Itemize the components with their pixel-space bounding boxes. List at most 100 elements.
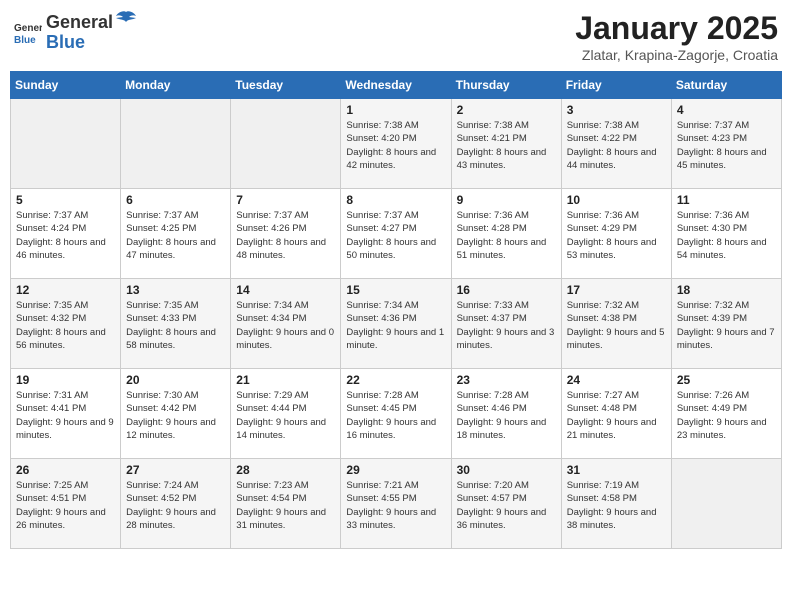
calendar-week-row: 12Sunrise: 7:35 AM Sunset: 4:32 PM Dayli…: [11, 279, 782, 369]
calendar-cell: 21Sunrise: 7:29 AM Sunset: 4:44 PM Dayli…: [231, 369, 341, 459]
day-number: 29: [346, 463, 445, 477]
day-number: 5: [16, 193, 115, 207]
calendar-cell: [11, 99, 121, 189]
svg-text:General: General: [14, 23, 42, 34]
day-number: 18: [677, 283, 776, 297]
calendar-week-row: 1 Sunrise: 7:38 AM Sunset: 4:20 PM Daylig…: [11, 99, 782, 189]
day-info: Sunrise: 7:30 AM Sunset: 4:42 PM Dayligh…: [126, 389, 225, 442]
calendar-week-row: 19 Sunrise: 7:31 AM Sunset: 4:41 PM Dayli…: [11, 369, 782, 459]
day-info: Sunrise: 7:23 AM Sunset: 4:54 PM Dayligh…: [236, 479, 335, 532]
day-info: Sunrise: 7:21 AM Sunset: 4:55 PM Dayligh…: [346, 479, 445, 532]
calendar-cell: 25Sunrise: 7:26 AM Sunset: 4:49 PM Dayli…: [671, 369, 781, 459]
day-info: Sunrise: 7:35 AM Sunset: 4:33 PM Dayligh…: [126, 299, 225, 352]
calendar-cell: 20 Sunrise: 7:30 AM Sunset: 4:42 PM Dayli…: [121, 369, 231, 459]
calendar-cell: 12Sunrise: 7:35 AM Sunset: 4:32 PM Dayli…: [11, 279, 121, 369]
calendar-cell: [671, 459, 781, 549]
day-info: Sunrise: 7:24 AM Sunset: 4:52 PM Dayligh…: [126, 479, 225, 532]
day-info: Sunrise: 7:34 AM Sunset: 4:36 PM Dayligh…: [346, 299, 445, 352]
weekday-header-sunday: Sunday: [11, 72, 121, 99]
calendar-cell: 2 Sunrise: 7:38 AM Sunset: 4:21 PM Daylig…: [451, 99, 561, 189]
svg-text:Blue: Blue: [14, 35, 36, 45]
calendar-body: 1 Sunrise: 7:38 AM Sunset: 4:20 PM Daylig…: [11, 99, 782, 549]
day-number: 31: [567, 463, 666, 477]
day-info: Sunrise: 7:27 AM Sunset: 4:48 PM Dayligh…: [567, 389, 666, 442]
calendar-cell: 31 Sunrise: 7:19 AM Sunset: 4:58 PM Dayli…: [561, 459, 671, 549]
day-info: Sunrise: 7:31 AM Sunset: 4:41 PM Dayligh…: [16, 389, 115, 442]
calendar-cell: 6 Sunrise: 7:37 AM Sunset: 4:25 PM Daylig…: [121, 189, 231, 279]
day-number: 25: [677, 373, 776, 387]
calendar-cell: 17 Sunrise: 7:32 AM Sunset: 4:38 PM Dayli…: [561, 279, 671, 369]
day-info: Sunrise: 7:25 AM Sunset: 4:51 PM Dayligh…: [16, 479, 115, 532]
day-info: Sunrise: 7:33 AM Sunset: 4:37 PM Dayligh…: [457, 299, 556, 352]
day-info: Sunrise: 7:36 AM Sunset: 4:28 PM Dayligh…: [457, 209, 556, 262]
day-info: Sunrise: 7:20 AM Sunset: 4:57 PM Dayligh…: [457, 479, 556, 532]
day-info: Sunrise: 7:32 AM Sunset: 4:38 PM Dayligh…: [567, 299, 666, 352]
day-info: Sunrise: 7:36 AM Sunset: 4:30 PM Dayligh…: [677, 209, 776, 262]
day-number: 21: [236, 373, 335, 387]
calendar-cell: 1 Sunrise: 7:38 AM Sunset: 4:20 PM Daylig…: [341, 99, 451, 189]
calendar-cell: 18Sunrise: 7:32 AM Sunset: 4:39 PM Dayli…: [671, 279, 781, 369]
day-number: 30: [457, 463, 556, 477]
day-number: 2: [457, 103, 556, 117]
day-info: Sunrise: 7:19 AM Sunset: 4:58 PM Dayligh…: [567, 479, 666, 532]
day-number: 9: [457, 193, 556, 207]
logo-blue-text: Blue: [46, 32, 85, 52]
day-number: 22: [346, 373, 445, 387]
calendar-cell: 15 Sunrise: 7:34 AM Sunset: 4:36 PM Dayli…: [341, 279, 451, 369]
calendar-cell: 13Sunrise: 7:35 AM Sunset: 4:33 PM Dayli…: [121, 279, 231, 369]
calendar-cell: 10 Sunrise: 7:36 AM Sunset: 4:29 PM Dayli…: [561, 189, 671, 279]
calendar-cell: 26 Sunrise: 7:25 AM Sunset: 4:51 PM Dayli…: [11, 459, 121, 549]
day-number: 26: [16, 463, 115, 477]
day-info: Sunrise: 7:37 AM Sunset: 4:26 PM Dayligh…: [236, 209, 335, 262]
day-number: 12: [16, 283, 115, 297]
day-info: Sunrise: 7:38 AM Sunset: 4:22 PM Dayligh…: [567, 119, 666, 172]
day-info: Sunrise: 7:38 AM Sunset: 4:21 PM Dayligh…: [457, 119, 556, 172]
calendar-cell: 14 Sunrise: 7:34 AM Sunset: 4:34 PM Dayli…: [231, 279, 341, 369]
title-block: January 2025 Zlatar, Krapina-Zagorje, Cr…: [575, 10, 778, 63]
calendar-cell: 28 Sunrise: 7:23 AM Sunset: 4:54 PM Dayli…: [231, 459, 341, 549]
calendar-cell: 27 Sunrise: 7:24 AM Sunset: 4:52 PM Dayli…: [121, 459, 231, 549]
day-info: Sunrise: 7:28 AM Sunset: 4:46 PM Dayligh…: [457, 389, 556, 442]
day-number: 20: [126, 373, 225, 387]
calendar-cell: 22Sunrise: 7:28 AM Sunset: 4:45 PM Dayli…: [341, 369, 451, 459]
calendar-cell: 30 Sunrise: 7:20 AM Sunset: 4:57 PM Dayli…: [451, 459, 561, 549]
day-number: 1: [346, 103, 445, 117]
calendar-cell: 19 Sunrise: 7:31 AM Sunset: 4:41 PM Dayli…: [11, 369, 121, 459]
calendar-cell: 5 Sunrise: 7:37 AM Sunset: 4:24 PM Daylig…: [11, 189, 121, 279]
calendar-cell: 9 Sunrise: 7:36 AM Sunset: 4:28 PM Daylig…: [451, 189, 561, 279]
calendar-header-row: SundayMondayTuesdayWednesdayThursdayFrid…: [11, 72, 782, 99]
day-info: Sunrise: 7:38 AM Sunset: 4:20 PM Dayligh…: [346, 119, 445, 172]
weekday-header-monday: Monday: [121, 72, 231, 99]
page-header: General Blue General Blue January 2025 Z…: [10, 10, 782, 63]
day-number: 14: [236, 283, 335, 297]
calendar-cell: [231, 99, 341, 189]
day-info: Sunrise: 7:37 AM Sunset: 4:25 PM Dayligh…: [126, 209, 225, 262]
day-info: Sunrise: 7:36 AM Sunset: 4:29 PM Dayligh…: [567, 209, 666, 262]
day-number: 6: [126, 193, 225, 207]
calendar-title: January 2025: [575, 10, 778, 47]
calendar-cell: [121, 99, 231, 189]
day-number: 15: [346, 283, 445, 297]
calendar-cell: 11Sunrise: 7:36 AM Sunset: 4:30 PM Dayli…: [671, 189, 781, 279]
weekday-header-thursday: Thursday: [451, 72, 561, 99]
day-info: Sunrise: 7:37 AM Sunset: 4:23 PM Dayligh…: [677, 119, 776, 172]
day-number: 7: [236, 193, 335, 207]
day-number: 19: [16, 373, 115, 387]
day-info: Sunrise: 7:37 AM Sunset: 4:24 PM Dayligh…: [16, 209, 115, 262]
day-number: 27: [126, 463, 225, 477]
day-number: 4: [677, 103, 776, 117]
day-number: 3: [567, 103, 666, 117]
day-number: 16: [457, 283, 556, 297]
calendar-week-row: 5 Sunrise: 7:37 AM Sunset: 4:24 PM Daylig…: [11, 189, 782, 279]
day-info: Sunrise: 7:34 AM Sunset: 4:34 PM Dayligh…: [236, 299, 335, 352]
calendar-table: SundayMondayTuesdayWednesdayThursdayFrid…: [10, 71, 782, 549]
logo-icon: General Blue: [14, 17, 42, 45]
day-number: 24: [567, 373, 666, 387]
calendar-location: Zlatar, Krapina-Zagorje, Croatia: [575, 47, 778, 63]
day-number: 17: [567, 283, 666, 297]
calendar-cell: 24 Sunrise: 7:27 AM Sunset: 4:48 PM Dayli…: [561, 369, 671, 459]
calendar-cell: 29 Sunrise: 7:21 AM Sunset: 4:55 PM Dayli…: [341, 459, 451, 549]
calendar-cell: 16 Sunrise: 7:33 AM Sunset: 4:37 PM Dayli…: [451, 279, 561, 369]
day-number: 28: [236, 463, 335, 477]
day-number: 10: [567, 193, 666, 207]
